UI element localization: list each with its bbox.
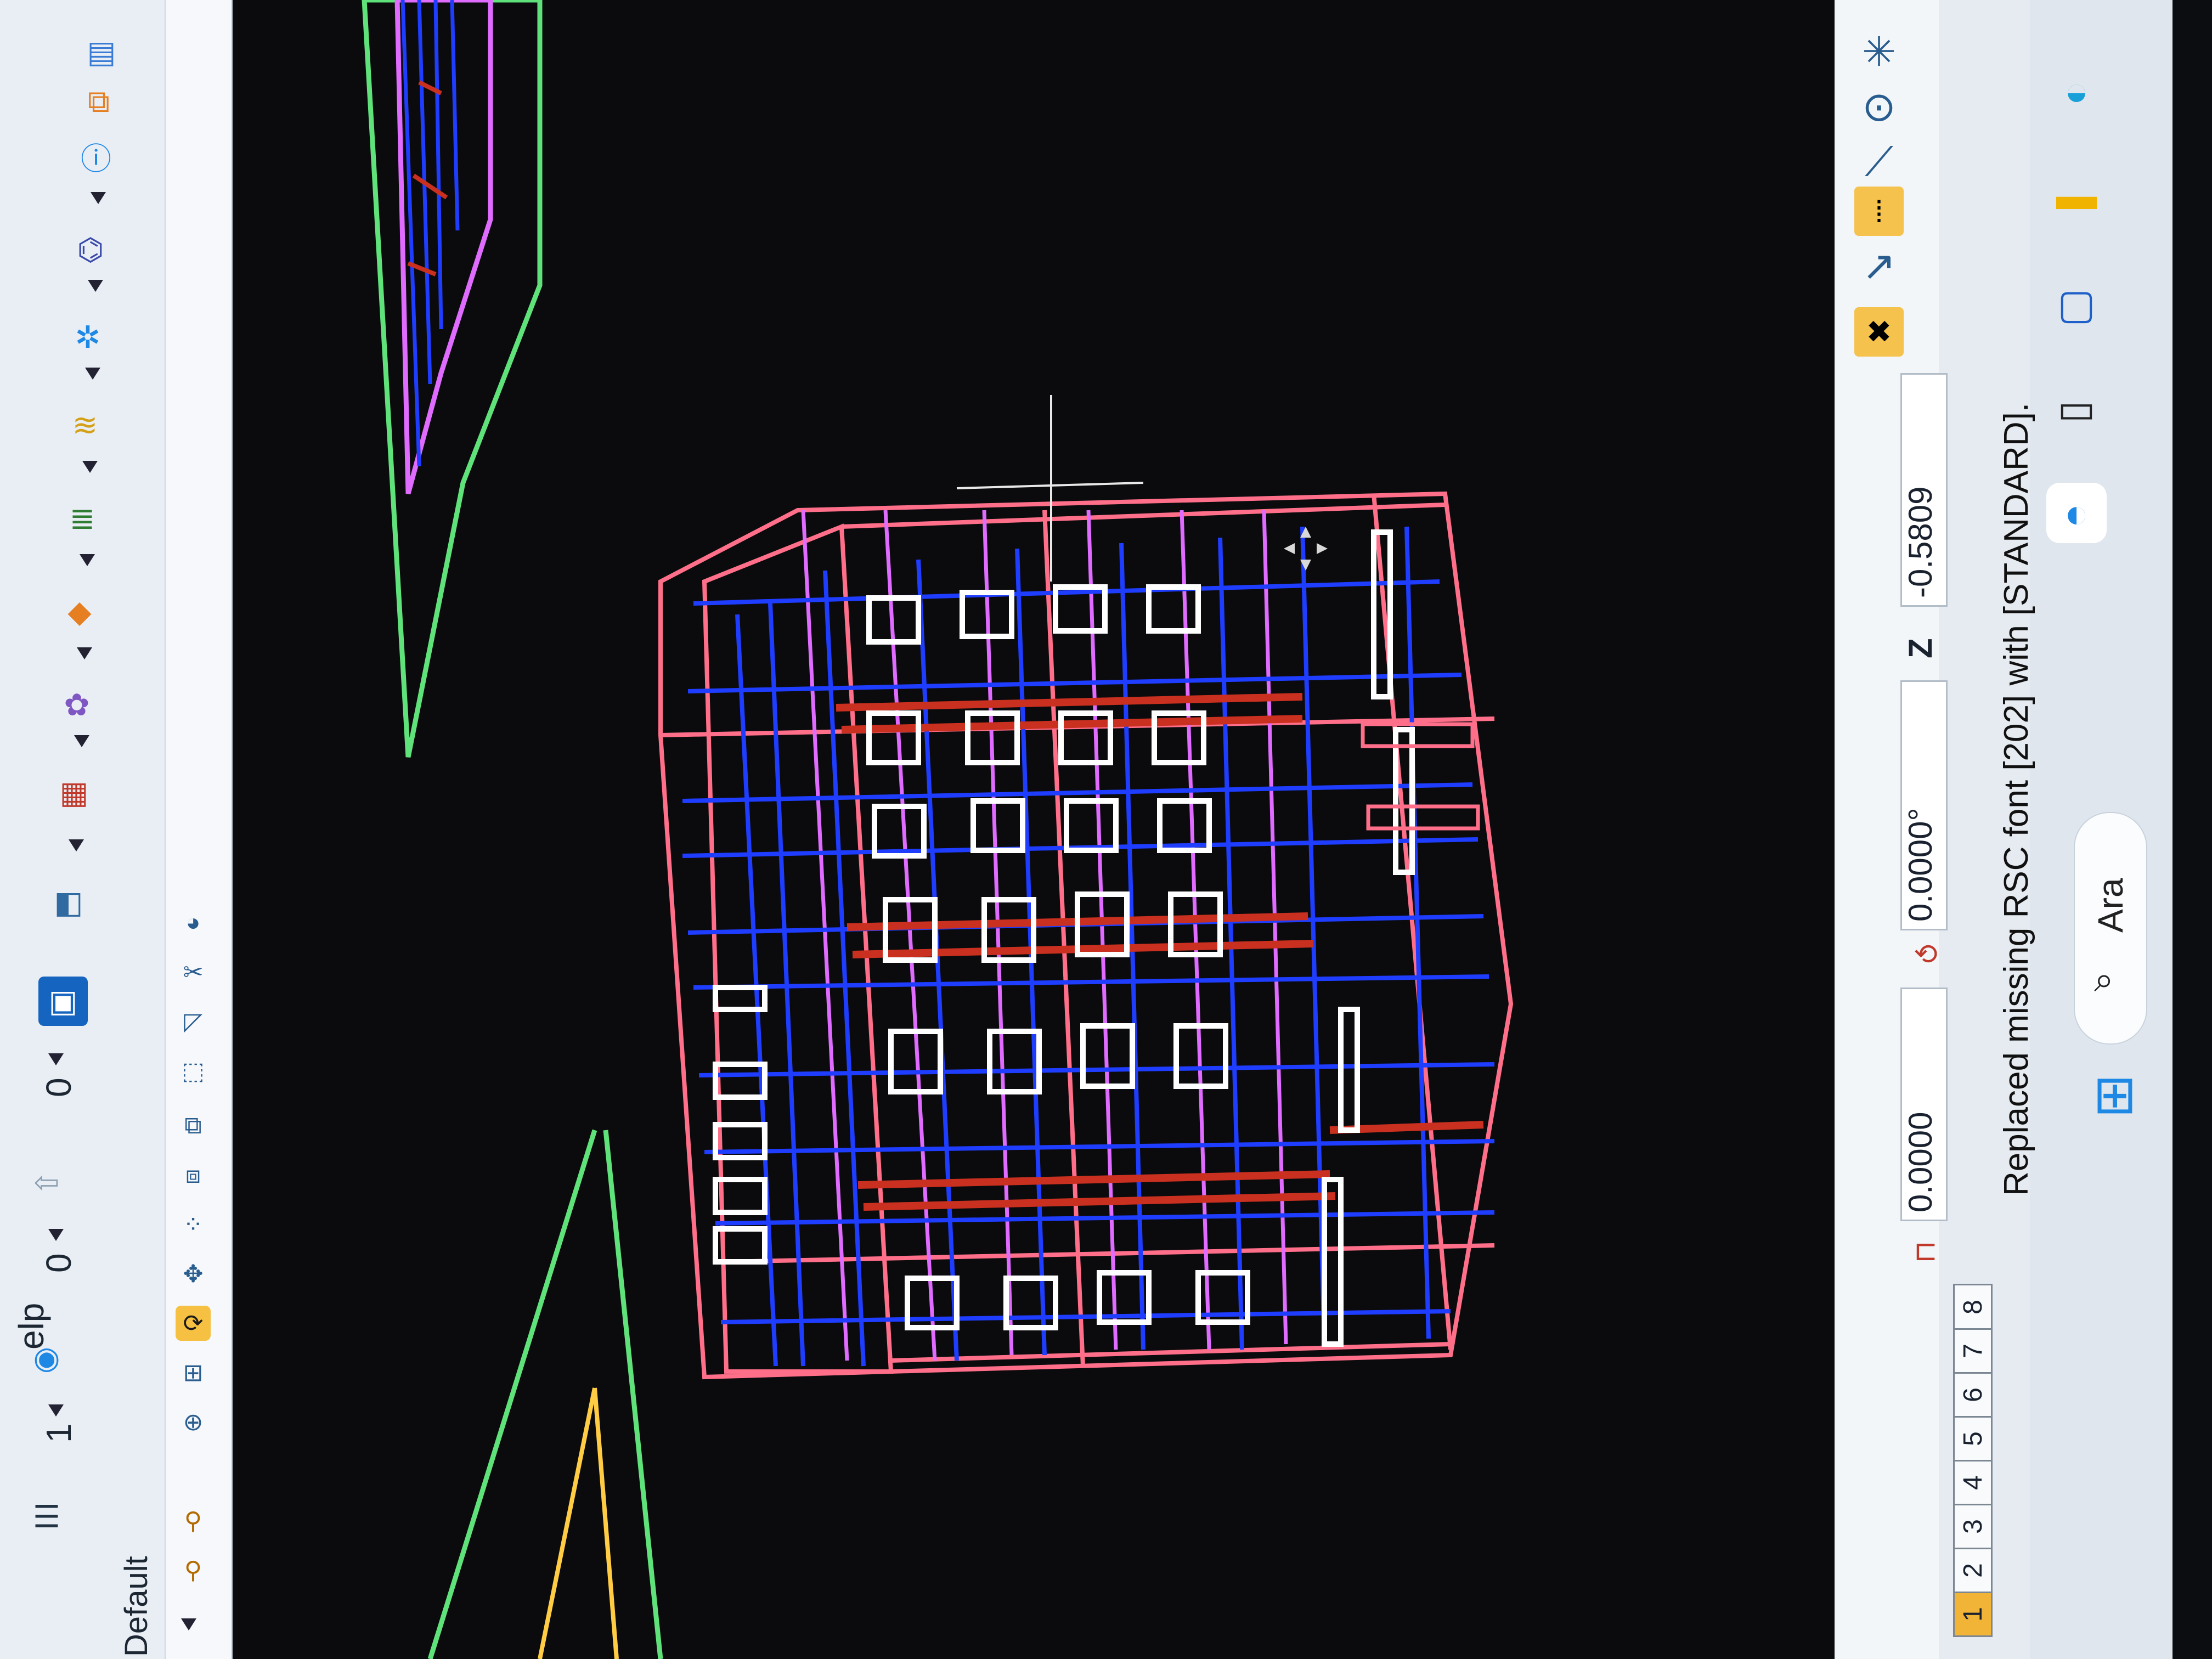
- angle-lock-icon[interactable]: ⟲: [1904, 933, 1948, 977]
- snap-circle-icon[interactable]: ⊙: [1849, 77, 1909, 137]
- tool-caret-3[interactable]: [77, 647, 92, 659]
- level-field-2[interactable]: 0: [38, 1253, 79, 1273]
- zoom-icon[interactable]: ⊕: [176, 1404, 211, 1440]
- tool-caret-1[interactable]: [69, 839, 84, 851]
- app-icon-blue-circle[interactable]: ◐: [2046, 483, 2107, 543]
- snap-grid-icon[interactable]: ⁞: [1854, 187, 1904, 236]
- tool-caret-4[interactable]: [80, 554, 95, 566]
- search-tool-icon[interactable]: ⚲: [176, 1503, 211, 1538]
- task-view-icon[interactable]: ▭: [2046, 379, 2107, 439]
- level3-dropdown-caret[interactable]: [48, 1053, 64, 1065]
- level-field-1[interactable]: 1: [38, 1423, 79, 1443]
- back-arrow-icon[interactable]: ⇦: [22, 1158, 71, 1207]
- window-area-icon[interactable]: ⧉: [176, 1108, 211, 1143]
- layers-icon[interactable]: ≣: [58, 494, 107, 543]
- distance-value: 0.0000: [1902, 1111, 1939, 1212]
- light-icon[interactable]: ✲: [63, 313, 112, 362]
- cube-icon[interactable]: ◧: [44, 878, 93, 927]
- view-button-3[interactable]: 3: [1953, 1503, 1993, 1549]
- view-window-icon[interactable]: ▣: [38, 977, 88, 1026]
- snap-curve-icon[interactable]: ↗: [1849, 236, 1909, 296]
- view-button-1[interactable]: 1: [1953, 1591, 1993, 1637]
- plane-outline-top: [362, 0, 543, 758]
- tool-caret-6[interactable]: [85, 368, 100, 380]
- model-dropdown-caret[interactable]: [181, 1618, 196, 1630]
- image-icon[interactable]: ▤: [77, 27, 126, 77]
- level-field-3[interactable]: 0: [38, 1077, 79, 1097]
- tool-caret-5[interactable]: [82, 461, 98, 473]
- render-icon[interactable]: ◕: [176, 905, 211, 940]
- building-model: [658, 491, 1514, 1380]
- perspective-icon[interactable]: ◸: [176, 1004, 211, 1039]
- gear-icon[interactable]: ✿: [52, 680, 101, 730]
- search-placeholder: Ara: [2091, 878, 2130, 933]
- view-window[interactable]: [233, 0, 1835, 1659]
- z-value: -0.5809: [1902, 486, 1939, 599]
- rotate-view-icon[interactable]: ⟳: [176, 1306, 211, 1341]
- info-icon[interactable]: ⓘ: [71, 132, 121, 181]
- camera-icon[interactable]: ⧉: [74, 77, 123, 126]
- search-icon[interactable]: ⌕: [2079, 955, 2129, 1004]
- stack-icon[interactable]: ≋: [60, 400, 110, 450]
- angle-value: 0.0000°: [1902, 808, 1939, 922]
- tool-caret-2[interactable]: [74, 735, 89, 747]
- windows-start-icon[interactable]: ⊞: [2085, 1064, 2145, 1125]
- levels-icon[interactable]: ☰: [22, 1492, 71, 1542]
- clip-icon[interactable]: ✂: [176, 955, 211, 990]
- model-name[interactable]: Default: [118, 1556, 155, 1657]
- screen-bezel: [2172, 0, 2212, 1659]
- move-handle-icon: [1284, 527, 1328, 571]
- view-button-2[interactable]: 2: [1953, 1547, 1993, 1593]
- update-icon[interactable]: ⬚: [176, 1053, 211, 1088]
- tool-caret-7[interactable]: [88, 280, 103, 292]
- edge-browser-icon[interactable]: ◒: [2046, 60, 2107, 121]
- status-message: Replaced missing RSC font [202] with [ST…: [1997, 402, 2035, 1196]
- plane-outline-bottom: [427, 1129, 597, 1659]
- teams-chat-icon[interactable]: ▢: [2046, 274, 2107, 335]
- snap-intersection-icon[interactable]: ✖: [1854, 307, 1904, 357]
- tool-caret-8[interactable]: [91, 192, 106, 204]
- globe-icon[interactable]: ◉: [22, 1333, 71, 1383]
- plane-top-lines: [400, 0, 460, 467]
- table-icon[interactable]: ▦: [49, 768, 99, 817]
- snap-center-icon[interactable]: ✳: [1849, 22, 1909, 82]
- box-icon[interactable]: ◆: [55, 587, 104, 636]
- select-tool-icon[interactable]: ⚲: [176, 1553, 211, 1588]
- view-button-6[interactable]: 6: [1953, 1372, 1993, 1418]
- view-button-5[interactable]: 5: [1953, 1415, 1993, 1462]
- pan-icon[interactable]: ✥: [176, 1256, 211, 1291]
- snap-line-icon[interactable]: ⟋: [1849, 132, 1909, 192]
- distance-lock-icon[interactable]: ⊏: [1904, 1229, 1948, 1273]
- copy-view-icon[interactable]: ⧈: [176, 1158, 211, 1193]
- wireframe-canvas: [362, 0, 1514, 1659]
- view-previous-icon[interactable]: ⁘: [176, 1207, 211, 1242]
- chart-icon[interactable]: ⌬: [66, 225, 115, 274]
- level2-dropdown-caret[interactable]: [48, 1229, 64, 1241]
- view-button-7[interactable]: 7: [1953, 1328, 1993, 1374]
- view-button-8[interactable]: 8: [1953, 1284, 1993, 1330]
- file-explorer-icon[interactable]: ▬: [2046, 165, 2107, 225]
- z-label: Z: [1902, 638, 1939, 658]
- view-button-4[interactable]: 4: [1953, 1459, 1993, 1505]
- fit-view-icon[interactable]: ⊞: [176, 1355, 211, 1390]
- level-dropdown-caret[interactable]: [48, 1404, 64, 1417]
